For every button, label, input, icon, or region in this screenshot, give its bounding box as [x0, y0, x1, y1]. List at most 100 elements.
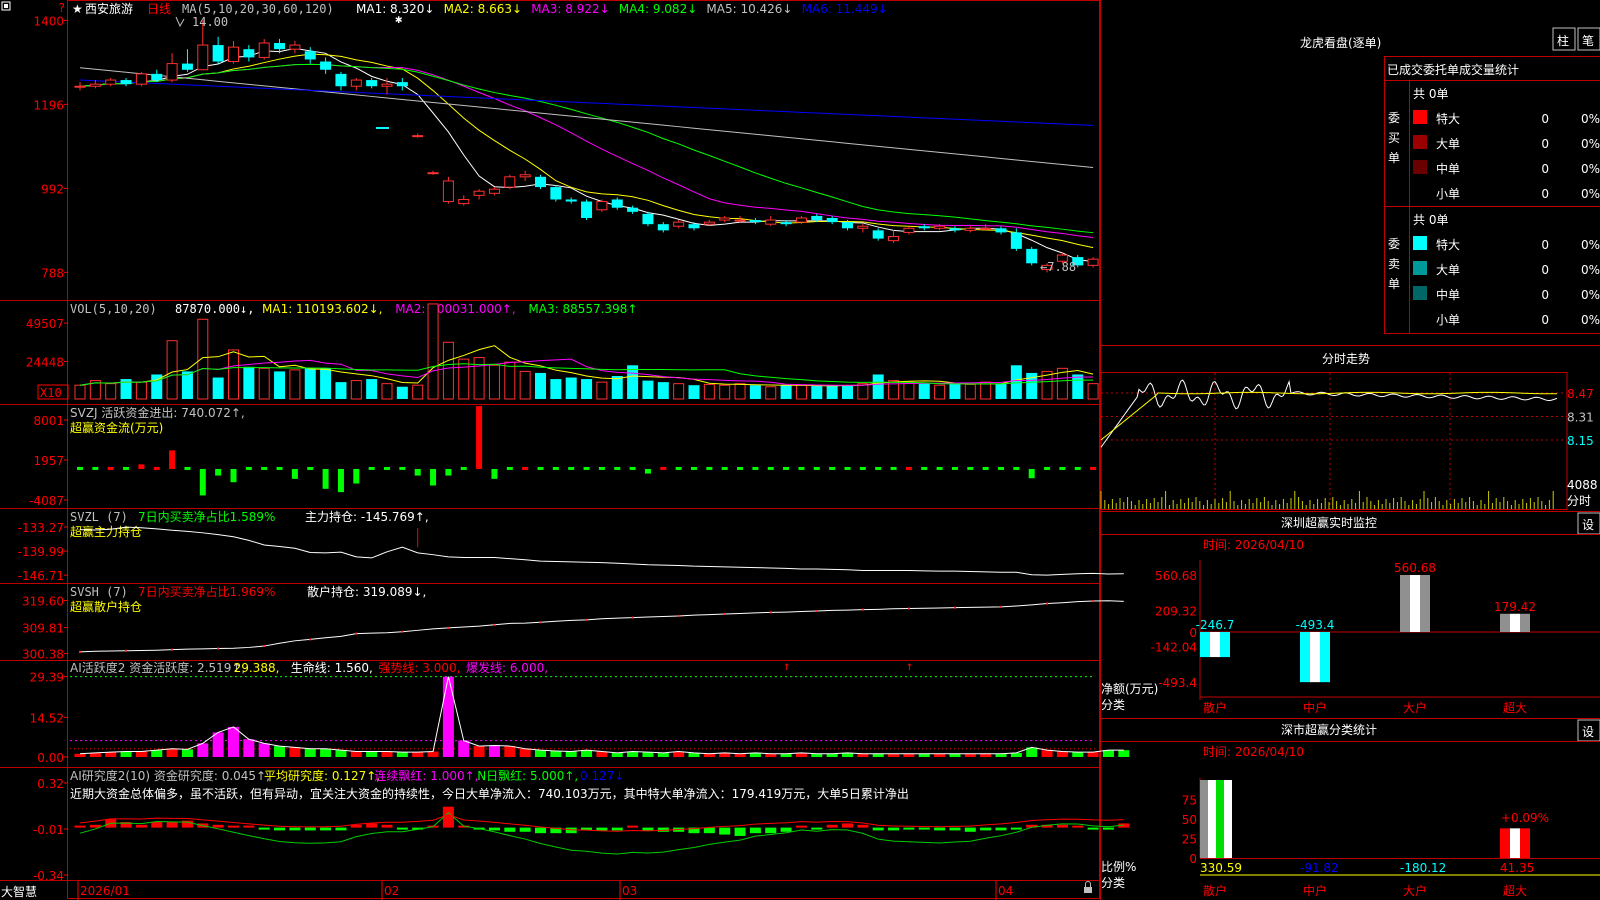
research-bar[interactable] [719, 827, 731, 835]
candlesticks[interactable] [74, 20, 1099, 273]
volume-bars[interactable] [74, 303, 1099, 400]
activity-bar[interactable] [1087, 752, 1099, 757]
flow-bar[interactable] [522, 466, 529, 470]
monitor-bar[interactable] [1300, 632, 1330, 683]
activity-bar[interactable] [427, 751, 439, 757]
flow-bar[interactable] [890, 466, 897, 470]
lock-icon[interactable] [1084, 881, 1092, 894]
flow-bar[interactable] [967, 466, 974, 470]
volume-bar[interactable] [519, 370, 531, 400]
activity-bar[interactable] [412, 752, 424, 757]
research-bar[interactable] [811, 827, 823, 830]
flow-bar[interactable] [414, 468, 421, 476]
volume-bar[interactable] [488, 364, 500, 400]
activity-bar[interactable] [442, 676, 454, 757]
research-bar[interactable] [734, 827, 746, 836]
research-bar[interactable] [903, 827, 915, 830]
candle[interactable] [565, 197, 577, 204]
monitor-bar[interactable] [1200, 632, 1230, 658]
research-bar[interactable] [504, 827, 516, 832]
candle[interactable] [642, 211, 654, 227]
flow-bar[interactable] [1074, 466, 1081, 470]
flow-bar[interactable] [506, 466, 513, 470]
volume-bar[interactable] [581, 379, 593, 399]
volume-bar[interactable] [381, 383, 393, 400]
favorite-star-icon[interactable]: ★ [72, 2, 83, 16]
stock-name[interactable]: 西安旅游 [85, 1, 133, 16]
monitor-bar-chart[interactable]: 560.68209.320-142.04-493.4-246.7散户-493.4… [1151, 560, 1600, 715]
flow-bar[interactable] [384, 466, 390, 470]
flow-bar[interactable] [123, 466, 130, 470]
activity-bar[interactable] [350, 751, 362, 757]
research-bar[interactable] [135, 824, 147, 828]
research-bar[interactable] [627, 825, 639, 828]
candle[interactable] [581, 199, 593, 221]
activity-bar[interactable] [642, 752, 654, 757]
volume-bar[interactable] [795, 384, 807, 400]
candle[interactable] [903, 226, 915, 235]
research-bar[interactable] [488, 827, 500, 831]
candle[interactable] [105, 78, 117, 87]
volume-bar[interactable] [765, 386, 777, 400]
classify-bar[interactable] [1200, 780, 1232, 858]
activity-bar[interactable] [611, 752, 623, 757]
flow-bar[interactable] [675, 466, 682, 470]
candle[interactable] [181, 49, 193, 72]
flow-bar[interactable] [307, 466, 314, 470]
research-bar[interactable] [565, 827, 577, 834]
flow-bar[interactable] [783, 466, 790, 470]
volume-bar[interactable] [181, 371, 193, 399]
candle[interactable] [596, 199, 608, 212]
flow-bar[interactable] [368, 466, 375, 470]
volume-bar[interactable] [258, 367, 270, 400]
candle[interactable] [304, 47, 316, 64]
volume-bar[interactable] [688, 385, 700, 399]
flow-bar[interactable] [752, 466, 759, 470]
volume-bar[interactable] [289, 369, 301, 400]
flow-bar[interactable] [1059, 466, 1066, 470]
research-bar[interactable] [519, 827, 531, 832]
research-bar[interactable] [780, 827, 792, 832]
candle[interactable] [1026, 246, 1038, 266]
flow-bar[interactable] [875, 466, 882, 470]
research-bar[interactable] [396, 827, 408, 830]
volume-bar[interactable] [243, 366, 255, 399]
candle[interactable] [74, 82, 86, 91]
candle[interactable] [366, 78, 378, 89]
volume-bar[interactable] [350, 380, 362, 400]
volume-bar[interactable] [274, 371, 286, 399]
flow-bar[interactable] [199, 468, 206, 496]
flow-bar[interactable] [107, 466, 114, 470]
flow-bar[interactable] [1028, 468, 1035, 479]
activity-bar[interactable] [1056, 751, 1068, 757]
activity-bar[interactable] [1118, 750, 1130, 757]
flow-bar[interactable] [138, 464, 145, 469]
research-bar[interactable] [642, 827, 654, 831]
candle[interactable] [504, 174, 516, 190]
flow-bar[interactable] [568, 466, 575, 470]
flow-bar[interactable] [951, 466, 958, 470]
volume-bar[interactable] [1072, 374, 1084, 399]
flow-bar[interactable] [337, 468, 344, 493]
activity-bar[interactable] [120, 751, 132, 757]
volume-bar[interactable] [473, 357, 485, 400]
research-bar[interactable] [1010, 827, 1022, 830]
volume-bar[interactable] [212, 377, 224, 399]
candle[interactable] [350, 78, 362, 91]
activity-bar[interactable] [197, 743, 209, 757]
volume-bar[interactable] [872, 374, 884, 399]
flow-bar[interactable] [660, 466, 667, 470]
flow-bar[interactable] [399, 466, 406, 470]
candle[interactable] [335, 71, 347, 91]
volume-bar[interactable] [412, 384, 424, 400]
research-bar[interactable] [381, 824, 393, 828]
volume-bar[interactable] [442, 341, 454, 400]
candle[interactable] [258, 38, 270, 60]
research-bar[interactable] [826, 824, 838, 828]
volume-bar[interactable] [995, 383, 1007, 399]
question-icon[interactable]: ? [58, 1, 65, 15]
event-star-icon[interactable]: ✱ [395, 12, 402, 26]
candle[interactable] [458, 195, 470, 206]
volume-bar[interactable] [535, 372, 546, 399]
flow-bar[interactable] [644, 468, 651, 474]
